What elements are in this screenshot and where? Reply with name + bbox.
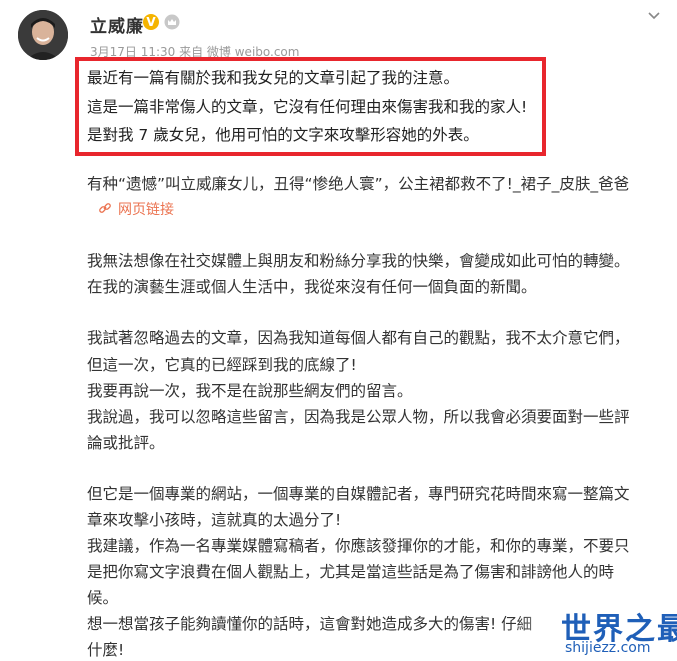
verified-badge-icon: V [143, 14, 159, 30]
body-line: 在我的演藝生涯或個人生活中，我從來沒有任何一個負面的新聞。 [87, 278, 537, 296]
body-line: 候。 [87, 589, 119, 607]
body-line: 想一想當孩子能夠讀懂你的話時，這會對她造成多大的傷害! 仔細 [87, 615, 533, 633]
highlight-line: 這是一篇非常傷人的文章，它沒有任何理由來傷害我和我的家人! [87, 98, 528, 116]
body-line: 我要再說一次，我不是在說那些網友們的留言。 [87, 382, 413, 400]
watermark-fade [520, 604, 560, 634]
body-line: 但它是一個專業的網站，一個專業的自媒體記者，專門研究花時間來寫一整篇文 [87, 485, 630, 503]
highlight-line: 是對我 7 歲女兒，他用可怕的文字來攻擊形容她的外表。 [87, 126, 479, 144]
body-line: 論或批評。 [87, 434, 165, 452]
body-line: 章來攻擊小孩時，這就真的太過分了! [87, 511, 342, 529]
web-link[interactable]: 网页链接 [118, 199, 174, 219]
avatar[interactable] [18, 10, 68, 60]
shared-article-title: 有种“遗憾”叫立威廉女儿，丑得“惨绝人寰”，公主裙都救不了!_裙子_皮肤_爸爸 [87, 175, 630, 193]
body-line: 我說過，我可以忽略這些留言，因為我是公眾人物，所以我會必須要面對一些評 [87, 408, 630, 426]
body-line: 我無法想像在社交媒體上與朋友和粉絲分享我的快樂，會變成如此可怕的轉變。 [87, 252, 630, 270]
body-line: 什麼! [87, 641, 125, 659]
vip-crown-icon [164, 14, 180, 30]
body-line: 我建議，作為一名專業媒體寫稿者，你應該發揮你的才能，和你的專業，不要只 [87, 537, 630, 555]
body-line: 但這一次，它真的已經踩到我的底線了! [87, 356, 357, 374]
link-icon [99, 203, 111, 213]
highlight-line: 最近有一篇有關於我和我女兒的文章引起了我的注意。 [87, 69, 460, 87]
body-line: 是把你寫文字浪費在個人觀點上，尤其是當這些話是為了傷害和誹謗他人的時 [87, 563, 615, 581]
body-line: 我試著忽略過去的文章，因為我知道每個人都有自己的觀點，我不太介意它們， [87, 329, 630, 347]
chevron-down-icon[interactable] [645, 6, 663, 24]
watermark-url: shijiezz.com [565, 640, 651, 656]
author-name[interactable]: 立威廉 [90, 12, 144, 37]
